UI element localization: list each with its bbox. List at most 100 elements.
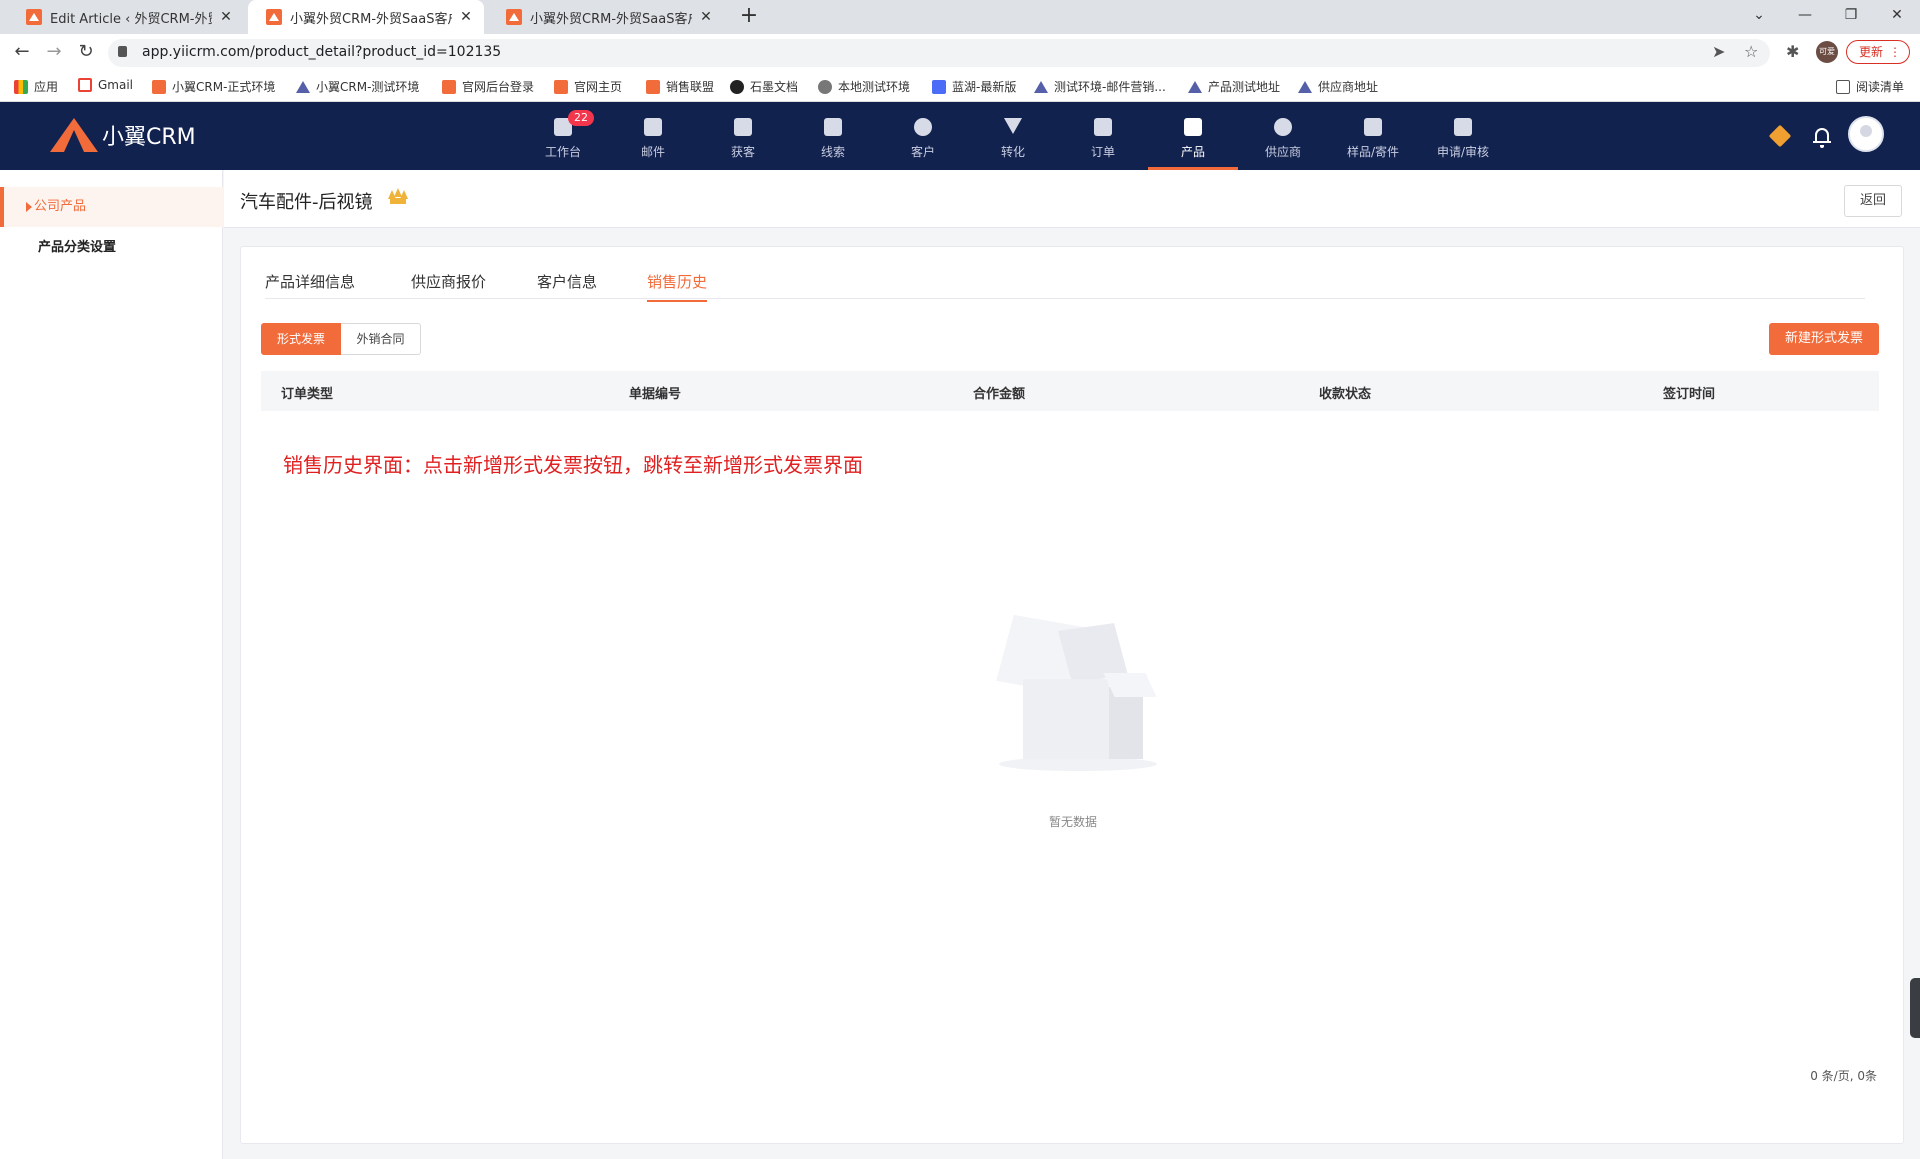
url-text: app.yiicrm.com/product_detail?product_id… [142, 44, 502, 60]
new-proforma-invoice-button[interactable]: 新建形式发票 [1769, 323, 1879, 355]
tab-supplier-quotes[interactable]: 供应商报价 [411, 271, 486, 300]
bookmark-xiaoyi-prod[interactable]: 小翼CRM-正式环境 [152, 78, 275, 95]
nav-customer[interactable]: 客户 [878, 102, 968, 170]
bookmark-sales-alliance[interactable]: 销售联盟 [646, 78, 714, 95]
send-icon[interactable]: ➤ [1712, 42, 1725, 61]
restore-icon[interactable]: ❐ [1828, 0, 1874, 30]
nav-supplier[interactable]: 供应商 [1238, 102, 1328, 170]
mail-icon [644, 118, 662, 136]
bookmark-site-admin[interactable]: 官网后台登录 [442, 78, 534, 95]
update-button[interactable]: 更新 ⋮ [1846, 40, 1910, 64]
sample-icon [1364, 118, 1382, 136]
nav-label: 线索 [820, 145, 845, 159]
nav-conversion[interactable]: 转化 [968, 102, 1058, 170]
tab-sales-history[interactable]: 销售历史 [647, 271, 708, 302]
nav-approval[interactable]: 申请/审核 [1418, 102, 1508, 170]
column-amount: 合作金额 [973, 387, 1026, 402]
bookmark-label: Gmail [98, 78, 134, 92]
new-tab-button[interactable]: + [736, 4, 762, 30]
lock-icon[interactable] [118, 46, 127, 57]
close-icon[interactable]: ✕ [458, 9, 474, 25]
reading-list[interactable]: 阅读清单 [1836, 78, 1904, 95]
bookmark-supplier[interactable]: 供应商地址 [1298, 78, 1378, 95]
url-input[interactable]: app.yiicrm.com/product_detail?product_id… [108, 39, 1770, 67]
app-logo[interactable]: 小翼CRM [50, 118, 196, 152]
bookmark-label: 官网后台登录 [462, 80, 535, 94]
extensions-icon[interactable]: ✱ [1786, 42, 1799, 61]
nav-label: 申请/审核 [1436, 145, 1490, 159]
browser-tab-3[interactable]: 小翼外贸CRM-外贸SaaS客户管理 ✕ [488, 0, 724, 34]
triangle-icon [296, 80, 310, 93]
column-sign-date: 签订时间 [1663, 387, 1716, 402]
bookmark-label: 供应商地址 [1318, 80, 1379, 94]
segment-export-contract[interactable]: 外销合同 [341, 323, 421, 355]
sidebar: 公司产品 产品分类设置 [0, 170, 223, 1159]
star-icon[interactable]: ☆ [1744, 42, 1758, 61]
nav-leads[interactable]: 线索 [788, 102, 878, 170]
acquire-icon [734, 118, 752, 136]
update-label: 更新 [1859, 45, 1884, 59]
annotation-text: 销售历史界面：点击新增形式发票按钮，跳转至新增形式发票界面 [283, 453, 863, 477]
xiaoyi-favicon-icon [506, 9, 522, 25]
nav-product[interactable]: 产品 [1148, 102, 1238, 170]
bookmark-product-test[interactable]: 产品测试地址 [1188, 78, 1280, 95]
nav-label: 客户 [910, 145, 935, 159]
bookmark-label: 石墨文档 [750, 80, 799, 94]
tab-product-details[interactable]: 产品详细信息 [265, 271, 355, 300]
apps-icon [14, 79, 28, 94]
sidebar-item-label: 产品分类设置 [38, 240, 117, 255]
bookmark-local-test[interactable]: 本地测试环境 [818, 78, 910, 95]
segment-proforma-invoice[interactable]: 形式发票 [261, 323, 341, 355]
reload-icon[interactable]: ↻ [74, 40, 98, 64]
content-card: 产品详细信息 供应商报价 客户信息 销售历史 形式发票 外销合同 新建形式发票 … [240, 246, 1904, 1144]
nav-order[interactable]: 订单 [1058, 102, 1148, 170]
back-arrow-icon[interactable]: ← [10, 40, 34, 64]
browser-tab-2[interactable]: 小翼外贸CRM-外贸SaaS客户管理 ✕ [248, 0, 484, 34]
nav-sample[interactable]: 样品/寄件 [1328, 102, 1418, 170]
bookmark-lanhu[interactable]: 蓝湖-最新版 [932, 78, 1016, 95]
sidebar-item-company-products[interactable]: 公司产品 [0, 187, 223, 227]
page-title: 汽车配件-后视镜 [240, 192, 373, 213]
bookmark-site-home[interactable]: 官网主页 [554, 78, 622, 95]
forward-arrow-icon[interactable]: → [42, 40, 66, 64]
empty-state-text: 暂无数据 [1048, 815, 1097, 829]
xiaoyi-icon [646, 79, 660, 94]
nav-mail[interactable]: 邮件 [608, 102, 698, 170]
tab-customer-info[interactable]: 客户信息 [537, 271, 597, 300]
diamond-icon[interactable] [1768, 124, 1792, 148]
back-button[interactable]: 返回 [1844, 185, 1902, 217]
bookmark-xiaoyi-test[interactable]: 小翼CRM-测试环境 [296, 78, 419, 95]
column-order-type: 订单类型 [281, 387, 334, 402]
bookmark-email-marketing[interactable]: 测试环境-邮件营销... [1034, 78, 1166, 95]
minimize-icon[interactable]: — [1782, 0, 1828, 30]
globe-icon [818, 79, 832, 94]
lanhu-icon [932, 79, 946, 94]
window-close-icon[interactable]: ✕ [1874, 0, 1920, 30]
browser-tab-1[interactable]: Edit Article ‹ 外贸CRM-外贸管理 ✕ [8, 0, 244, 34]
sidebar-item-label: 公司产品 [34, 199, 87, 214]
close-icon[interactable]: ✕ [698, 9, 714, 25]
column-document-number: 单据编号 [629, 387, 682, 402]
approval-icon [1454, 118, 1472, 136]
bell-icon[interactable] [1812, 126, 1832, 148]
close-icon[interactable]: ✕ [218, 9, 234, 25]
nav-acquire[interactable]: 获客 [698, 102, 788, 170]
tab-search-icon[interactable]: ⌄ [1736, 0, 1782, 30]
bookmark-label: 应用 [34, 80, 59, 94]
app-header: 小翼CRM 22 工作台 邮件 获客 线索 客户 转化 订单 产品 供应商 样品… [0, 102, 1920, 170]
bookmark-apps[interactable]: 应用 [14, 78, 58, 95]
user-avatar[interactable] [1848, 116, 1884, 152]
side-scroll-handle[interactable] [1910, 978, 1920, 1038]
leads-icon [824, 118, 842, 136]
sidebar-item-category-settings[interactable]: 产品分类设置 [0, 228, 223, 268]
bookmark-shimo[interactable]: 石墨文档 [730, 78, 798, 95]
nav-workbench[interactable]: 22 工作台 [518, 102, 608, 170]
logo-text: 小翼CRM [102, 125, 196, 150]
bookmark-gmail[interactable]: Gmail [78, 78, 133, 92]
nav-label: 转化 [1000, 145, 1025, 159]
bookmark-label: 蓝湖-最新版 [952, 80, 1017, 94]
profile-avatar[interactable]: 可爱 [1816, 41, 1838, 63]
tab-title: 小翼外贸CRM-外贸SaaS客户管理 [530, 11, 692, 27]
nav-label: 供应商 [1264, 145, 1301, 159]
nav-label: 样品/寄件 [1346, 145, 1400, 159]
